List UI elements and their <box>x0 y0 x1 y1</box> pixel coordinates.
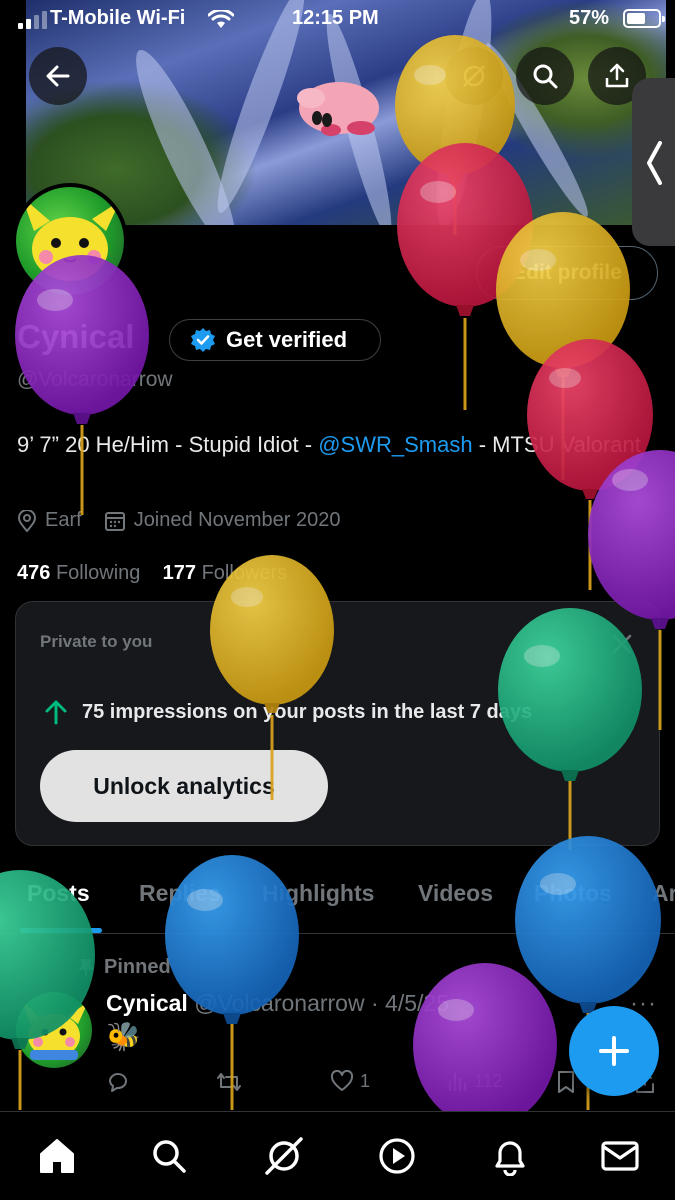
bookmark-button[interactable] <box>556 1070 576 1094</box>
grok-icon <box>463 65 485 87</box>
close-icon[interactable] <box>610 632 634 656</box>
cellular-signal-icon <box>18 11 47 29</box>
location-pin-icon <box>17 509 37 532</box>
tab-highlights[interactable]: Highlights <box>262 880 374 907</box>
post-actions: 1 112 <box>106 1070 656 1096</box>
battery-percent: 57% <box>569 7 610 29</box>
profile-meta: Earf Joined November 2020 <box>17 509 362 532</box>
messages-icon <box>601 1141 639 1171</box>
tab-photos[interactable]: Photos <box>534 880 612 907</box>
views-count: 112 <box>474 1070 503 1091</box>
pichu-avatar-image <box>22 1000 88 1060</box>
bio-text-end: - MTSU Valorant <box>472 432 641 457</box>
location-label: Earf <box>45 509 82 531</box>
views-button[interactable]: 112 <box>446 1070 503 1092</box>
search-profile-button[interactable] <box>516 47 574 105</box>
post-author-avatar[interactable] <box>16 992 92 1068</box>
get-verified-label: Get verified <box>226 327 348 352</box>
clock: 12:15 PM <box>292 7 379 29</box>
verified-badge-icon <box>191 328 215 352</box>
pin-icon <box>79 958 93 977</box>
home-icon <box>40 1139 74 1173</box>
nav-notifications[interactable] <box>488 1134 532 1178</box>
tab-replies[interactable]: Replies <box>139 880 221 907</box>
nav-video[interactable] <box>375 1134 419 1178</box>
nav-messages[interactable] <box>598 1134 642 1178</box>
like-button[interactable]: 1 <box>330 1070 370 1092</box>
search-icon <box>533 64 558 89</box>
profile-tabs: Posts Replies Highlights Videos Photos A… <box>0 866 675 934</box>
share-icon <box>605 63 629 88</box>
like-count: 1 <box>360 1070 371 1091</box>
following-label: Following <box>55 562 141 584</box>
joined-date: Joined November 2020 <box>133 509 341 531</box>
wifi-icon <box>208 10 234 28</box>
bookmark-icon <box>558 1071 574 1093</box>
active-tab-indicator <box>20 928 102 933</box>
pinned-indicator: Pinned <box>76 956 171 979</box>
private-label: Private to you <box>40 632 153 651</box>
compose-post-button[interactable] <box>569 1006 659 1096</box>
following-link[interactable]: 476 Following <box>17 562 140 584</box>
repost-icon <box>217 1073 241 1091</box>
post-header: Cynical @Volcaronarrow · 4/5/25 <box>106 990 449 1017</box>
grok-icon <box>265 1137 303 1175</box>
balloon <box>527 339 653 590</box>
unlock-analytics-button[interactable]: Unlock analytics <box>40 750 328 822</box>
profile-handle: @Volcaronarrow <box>17 368 173 391</box>
kirby-character <box>297 82 379 136</box>
followers-label: Followers <box>201 562 288 584</box>
search-icon <box>153 1140 186 1173</box>
carrier-label: T-Mobile Wi-Fi <box>50 7 186 29</box>
battery-icon <box>623 9 665 28</box>
profile-bio: 9’ 7” 20 He/Him - Stupid Idiot - @SWR_Sm… <box>17 428 657 462</box>
get-verified-button[interactable]: Get verified <box>169 319 381 361</box>
bio-text: 9’ 7” 20 He/Him - Stupid Idiot - <box>17 432 319 457</box>
tab-articles[interactable]: Ar <box>652 880 675 907</box>
video-icon <box>379 1138 415 1174</box>
nav-home[interactable] <box>35 1134 79 1178</box>
status-bar: T-Mobile Wi-Fi 12:15 PM 57% <box>0 0 675 38</box>
edit-profile-button[interactable]: Edit profile <box>476 246 658 300</box>
tab-posts[interactable]: Posts <box>27 880 90 907</box>
chevron-left-icon <box>647 141 662 185</box>
profile-name: Cynical <box>17 318 135 355</box>
repost-button[interactable] <box>216 1070 242 1094</box>
back-button[interactable] <box>29 47 87 105</box>
reply-icon <box>109 1073 127 1092</box>
bottom-navigation <box>0 1111 675 1200</box>
follow-counts: 476 Following 177 Followers <box>17 562 287 585</box>
side-panel-handle[interactable] <box>632 78 675 246</box>
arrow-left-icon <box>46 65 70 87</box>
grok-button[interactable] <box>445 47 503 105</box>
notifications-icon <box>495 1141 525 1176</box>
post-date: · 4/5/25 <box>370 990 449 1016</box>
nav-grok[interactable] <box>262 1134 306 1178</box>
arrow-up-icon <box>45 700 67 725</box>
post-author-name[interactable]: Cynical <box>106 990 188 1016</box>
pinned-label: Pinned <box>104 956 171 978</box>
bio-mention-link[interactable]: @SWR_Smash <box>318 432 472 457</box>
nav-search[interactable] <box>147 1134 191 1178</box>
profile-avatar[interactable] <box>12 183 128 299</box>
impressions-text: 75 impressions on your posts in the last… <box>82 700 533 723</box>
views-chart-icon <box>448 1072 467 1092</box>
followers-count: 177 <box>162 562 197 584</box>
reply-button[interactable] <box>106 1070 130 1094</box>
analytics-card: Private to you 75 impressions on your po… <box>15 601 660 846</box>
tab-videos[interactable]: Videos <box>418 880 493 907</box>
followers-link[interactable]: 177 Followers <box>163 562 288 584</box>
impressions-stat: 75 impressions on your posts in the last… <box>44 699 532 725</box>
balloon <box>413 963 557 1127</box>
pichu-avatar-image <box>22 197 120 281</box>
post-body: 🐝 <box>106 1021 141 1052</box>
plus-icon <box>599 1036 629 1066</box>
heart-icon <box>330 1070 354 1091</box>
post-author-handle: @Volcaronarrow <box>194 990 365 1016</box>
calendar-icon <box>104 511 125 531</box>
following-count: 476 <box>17 562 51 584</box>
